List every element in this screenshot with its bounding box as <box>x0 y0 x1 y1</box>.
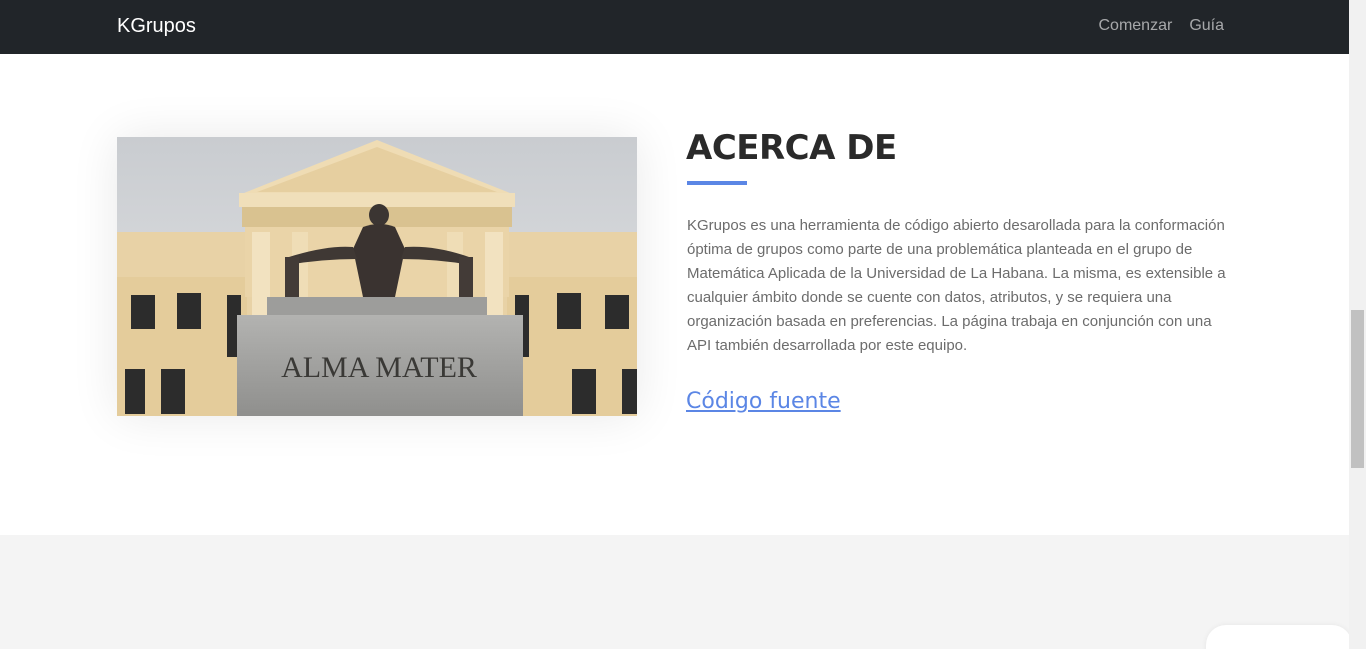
source-code-link[interactable]: Código fuente <box>686 387 841 417</box>
brand-link[interactable]: KGrupos <box>117 14 196 38</box>
nav-links: Comenzar Guía <box>1099 16 1225 36</box>
nav-link-comenzar[interactable]: Comenzar <box>1099 16 1173 36</box>
scrollbar-thumb[interactable] <box>1351 310 1364 468</box>
pedestal-inscription: ALMA MATER <box>281 351 477 384</box>
next-section <box>0 535 1349 649</box>
title-underline <box>687 181 747 185</box>
nav-link-guia[interactable]: Guía <box>1189 16 1224 36</box>
about-description: KGrupos es una herramienta de código abi… <box>687 217 1226 354</box>
page: KGrupos Comenzar Guía ALMA MATER ACERCA … <box>0 0 1349 649</box>
alma-mater-photo: ALMA MATER <box>117 137 637 416</box>
about-title: ACERCA DE <box>686 128 897 168</box>
top-navbar: KGrupos Comenzar Guía <box>0 0 1349 54</box>
about-section: ALMA MATER ACERCA DE KGrupos es una herr… <box>0 54 1349 535</box>
chat-widget[interactable] <box>1206 625 1349 649</box>
